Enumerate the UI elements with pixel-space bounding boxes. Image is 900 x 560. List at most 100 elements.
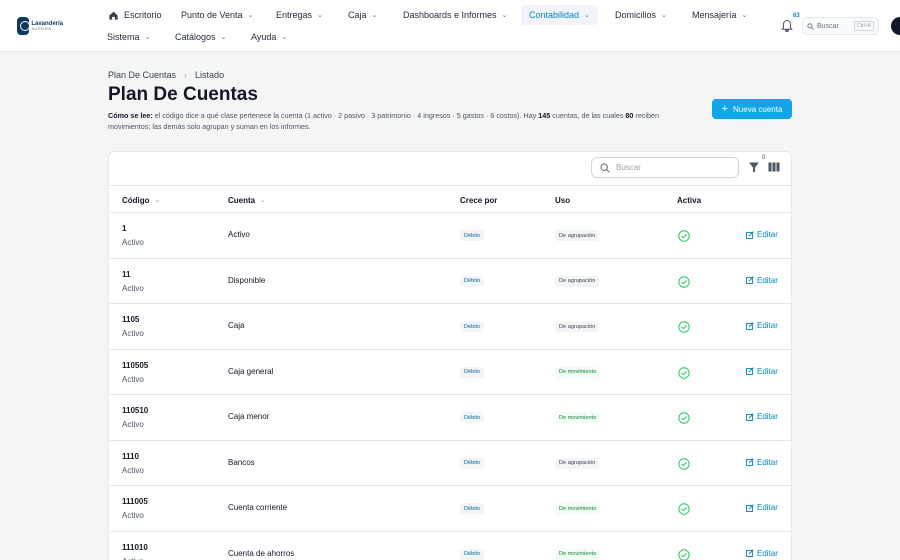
table-row: 1 Activo Activo Débito De agrupación Editar <box>109 213 791 259</box>
edit-label: Editar <box>757 412 778 421</box>
use-badge: De movimiento <box>555 503 601 514</box>
nav-contabilidad[interactable]: Contabilidad ⌄ <box>521 5 598 25</box>
filter-icon[interactable] <box>748 161 760 173</box>
check-circle-icon <box>678 548 690 560</box>
edit-button[interactable]: Editar <box>746 412 778 421</box>
edit-button[interactable]: Editar <box>746 503 778 512</box>
accounts-table-card: Buscar 0 Código ⌄ Cuenta ⌄ Crece por Uso A… <box>108 151 792 560</box>
account-code: 1 <box>122 224 127 233</box>
grows-by-badge: Débito <box>460 275 485 287</box>
column-use: Uso <box>555 195 571 205</box>
edit-icon <box>746 503 754 512</box>
table-row: 1105 Activo Caja Débito De agrupación Editar <box>109 304 791 350</box>
brand-subtitle: AURORA <box>31 26 52 31</box>
edit-button[interactable]: Editar <box>746 458 778 467</box>
nav-entregas[interactable]: Entregas ⌄ <box>272 5 327 25</box>
table-body: 1 Activo Activo Débito De agrupación Editar 11… <box>109 213 791 560</box>
bell-icon[interactable] <box>780 19 794 33</box>
nav-mensajeria[interactable]: Mensajería ⌄ <box>688 5 751 25</box>
check-circle-icon <box>678 457 690 470</box>
table-search-input[interactable]: Buscar <box>591 157 739 178</box>
edit-button[interactable]: Editar <box>746 276 778 285</box>
edit-icon <box>746 276 754 284</box>
edit-label: Editar <box>757 321 778 330</box>
account-class: Activo <box>122 465 144 475</box>
search-icon <box>807 22 814 30</box>
check-circle-icon <box>678 230 690 242</box>
table-row: 110510 Activo Caja menor Débito De movimient… <box>109 395 791 441</box>
table-search-placeholder: Buscar <box>616 163 641 172</box>
global-search[interactable]: Buscar Ctrl+K <box>802 17 879 35</box>
edit-label: Editar <box>757 366 778 376</box>
grows-by-badge: Débito <box>460 412 485 423</box>
new-account-button[interactable]: + Nueva cuenta <box>712 99 792 119</box>
grows-by-badge: Débito <box>460 230 485 241</box>
chevron-down-icon: ⌄ <box>371 12 378 19</box>
page-description: Cómo se lee: el código dice a qué clase … <box>108 111 659 131</box>
nav-dashboards[interactable]: Dashboards e Informes ⌄ <box>399 5 511 25</box>
account-code: 111010 <box>122 542 148 552</box>
account-name: Disponible <box>228 275 266 285</box>
account-code: 110505 <box>122 360 149 370</box>
account-class: Activo <box>122 420 144 429</box>
table-header: Código ⌄ Cuenta ⌄ Crece por Uso Activa <box>109 185 791 214</box>
nav-catalogos[interactable]: Catálogos ⌄ <box>171 27 230 47</box>
check-circle-icon <box>678 321 690 333</box>
chevron-down-icon: ⌄ <box>220 34 227 41</box>
check-circle-icon <box>678 366 690 379</box>
chevron-down-icon: ⌄ <box>281 34 288 41</box>
chevron-down-icon: ⌄ <box>501 12 508 19</box>
account-name: Bancos <box>228 457 255 467</box>
nav-domicilios[interactable]: Domicilios ⌄ <box>611 5 671 25</box>
use-badge: De agrupación <box>555 275 600 287</box>
check-circle-icon <box>678 503 690 515</box>
column-account[interactable]: Cuenta ⌄ <box>228 186 266 214</box>
breadcrumb-current: Listado <box>195 70 225 80</box>
grows-by-badge: Débito <box>460 503 485 514</box>
grows-by-badge: Débito <box>460 321 485 332</box>
nav-punto-de-venta[interactable]: Punto de Venta ⌄ <box>177 5 257 25</box>
nav-sistema[interactable]: Sistema ⌄ <box>103 27 154 47</box>
account-name: Caja <box>228 321 245 330</box>
column-grows-by: Crece por <box>460 195 498 205</box>
edit-label: Editar <box>757 548 778 558</box>
chevron-down-icon: ⌄ <box>317 12 323 19</box>
account-class: Activo <box>122 283 144 293</box>
account-code: 110510 <box>122 406 149 415</box>
global-search-label: Buscar <box>817 22 839 30</box>
sort-icon: ⌄ <box>154 197 161 204</box>
top-navigation-bar: Lavandería AURORA Escritorio Punto de Ve… <box>0 0 900 52</box>
use-badge: De agrupación <box>555 321 600 332</box>
edit-button[interactable]: Editar <box>746 549 778 558</box>
edit-label: Editar <box>757 275 778 285</box>
account-code: 111005 <box>122 497 148 506</box>
user-avatar[interactable] <box>891 17 900 35</box>
breadcrumb-parent[interactable]: Plan De Cuentas <box>108 70 176 80</box>
account-name: Caja menor <box>228 412 270 421</box>
edit-icon <box>746 230 754 239</box>
chevron-down-icon: ⌄ <box>741 12 748 19</box>
edit-button[interactable]: Editar <box>746 321 778 330</box>
edit-label: Editar <box>757 230 778 239</box>
columns-icon[interactable] <box>768 162 780 172</box>
grows-by-badge: Débito <box>460 457 485 469</box>
home-icon <box>109 11 118 20</box>
grows-by-badge: Débito <box>460 548 485 560</box>
column-code[interactable]: Código ⌄ <box>122 186 160 214</box>
account-class: Activo <box>122 329 144 338</box>
use-badge: De movimiento <box>555 548 601 560</box>
account-name: Caja general <box>228 366 274 376</box>
edit-icon <box>746 367 754 375</box>
brand-logo[interactable]: Lavandería AURORA <box>17 16 63 36</box>
nav-caja[interactable]: Caja ⌄ <box>344 5 381 25</box>
edit-button[interactable]: Editar <box>746 367 778 376</box>
nav-ayuda[interactable]: Ayuda ⌄ <box>247 27 291 47</box>
use-badge: De agrupación <box>555 457 600 469</box>
account-code: 11 <box>122 269 131 279</box>
account-name: Cuenta corriente <box>228 503 288 512</box>
edit-button[interactable]: Editar <box>746 230 778 239</box>
check-circle-icon <box>678 412 690 424</box>
nav-escritorio[interactable]: Escritorio <box>104 5 166 25</box>
table-row: 111010 Activo Cuenta de ahorros Débito De mo… <box>109 532 791 560</box>
page-title: Plan De Cuentas <box>108 84 258 105</box>
